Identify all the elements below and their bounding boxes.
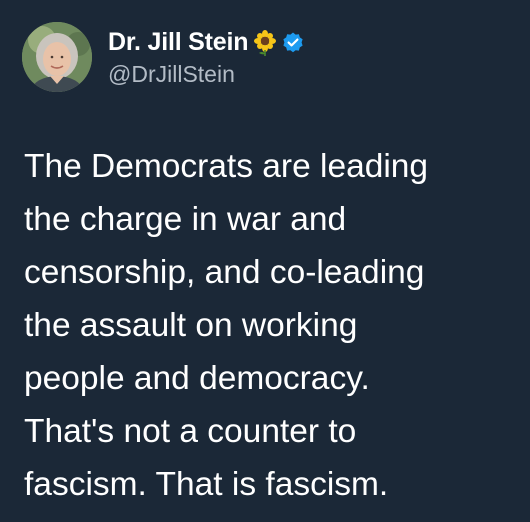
tweet-header: Dr. Jill Stein @DrJillStein: [22, 22, 305, 92]
name-row: Dr. Jill Stein: [108, 27, 305, 59]
profile-photo-icon: [22, 22, 92, 92]
tweet-text: The Democrats are leading the charge in …: [24, 148, 429, 503]
avatar[interactable]: [22, 22, 92, 92]
author-names: Dr. Jill Stein @DrJillStein: [108, 27, 305, 88]
tweet-card: Dr. Jill Stein @DrJillStein The Democrat…: [0, 0, 530, 522]
sunflower-icon: [252, 29, 278, 56]
verified-icon: [281, 31, 305, 55]
display-name[interactable]: Dr. Jill Stein: [108, 28, 249, 57]
handle[interactable]: @DrJillStein: [108, 61, 305, 88]
